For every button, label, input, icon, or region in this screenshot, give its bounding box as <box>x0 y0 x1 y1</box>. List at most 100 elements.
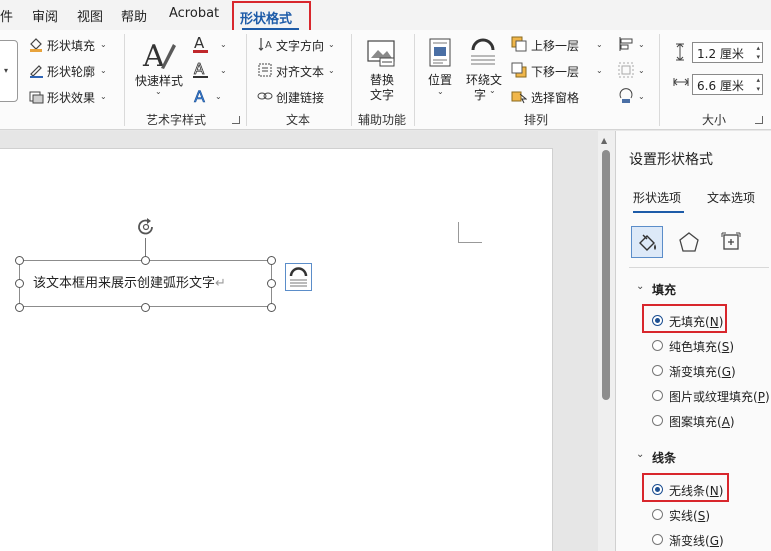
active-subtab-underline <box>633 211 684 213</box>
resize-handle[interactable] <box>15 279 24 288</box>
solid-line-text: 实线 <box>669 509 694 523</box>
paragraph-mark: ↵ <box>215 276 226 291</box>
shape-height-input[interactable]: 1.2 厘米 ▴ ▾ <box>692 42 763 63</box>
gradient-line-radio[interactable] <box>652 534 663 545</box>
fill-collapse-chevron-icon[interactable]: ⌄ <box>636 281 644 292</box>
resize-handle[interactable] <box>141 303 150 312</box>
align-objects-icon[interactable] <box>618 36 634 52</box>
pane-title: 设置形状格式 <box>629 152 713 168</box>
layout-size-icon[interactable] <box>720 231 742 253</box>
gallery-dropdown-icon[interactable]: ▾ <box>4 66 8 75</box>
fill-bucket-icon <box>639 234 656 251</box>
shape-style-gallery[interactable] <box>0 40 18 102</box>
shape-effects-dropdown-icon[interactable]: ⌄ <box>100 92 107 101</box>
pentagon-icon[interactable] <box>678 231 700 253</box>
bring-forward-dropdown-icon[interactable]: ⌄ <box>596 40 603 49</box>
gradient-line-label[interactable]: 渐变线(G) <box>669 532 724 549</box>
wrap-text-button-line2[interactable]: 字 <box>474 86 486 103</box>
wordart-dialog-launcher-icon[interactable] <box>232 116 240 124</box>
pattern-fill-label[interactable]: 图案填充(A) <box>669 413 735 430</box>
shape-fill-button[interactable]: 形状填充 <box>47 37 95 54</box>
position-dropdown-icon[interactable]: ⌄ <box>437 87 444 96</box>
solid-fill-radio[interactable] <box>652 340 663 351</box>
resize-handle[interactable] <box>15 256 24 265</box>
resize-handle[interactable] <box>15 303 24 312</box>
solid-fill-label[interactable]: 纯色填充(S) <box>669 338 734 355</box>
shape-width-value: 6.6 厘米 <box>697 79 744 93</box>
no-line-label[interactable]: 无线条(N) <box>669 482 723 499</box>
pattern-fill-key: A <box>721 415 730 429</box>
text-effects-dropdown-icon[interactable]: ⌄ <box>215 92 222 101</box>
picture-fill-radio[interactable] <box>652 390 663 401</box>
shape-width-input[interactable]: 6.6 厘米 ▴ ▾ <box>692 74 763 95</box>
gradient-fill-label[interactable]: 渐变填充(G) <box>669 363 736 380</box>
shape-outline-button[interactable]: 形状轮廓 <box>47 63 95 80</box>
selection-pane-button[interactable]: 选择窗格 <box>531 89 579 106</box>
align-text-dropdown-icon[interactable]: ⌄ <box>328 66 335 75</box>
ribbon-separator <box>659 34 660 126</box>
no-fill-label[interactable]: 无填充(N) <box>669 313 723 330</box>
tab-shape-options[interactable]: 形状选项 <box>633 189 681 206</box>
tab-text-options[interactable]: 文本选项 <box>707 189 755 206</box>
tab-review[interactable]: 审阅 <box>32 6 58 25</box>
alt-text-button-line2[interactable]: 文字 <box>370 86 394 103</box>
svg-text:A: A <box>194 60 205 78</box>
no-line-radio[interactable] <box>652 484 663 495</box>
shape-effects-button[interactable]: 形状效果 <box>47 89 95 106</box>
size-dialog-launcher-icon[interactable] <box>755 116 763 124</box>
shape-fill-dropdown-icon[interactable]: ⌄ <box>100 40 107 49</box>
shape-fill-icon <box>30 38 42 52</box>
picture-fill-label[interactable]: 图片或纹理填充(P) <box>669 388 770 405</box>
scrollbar-thumb[interactable] <box>602 150 610 400</box>
group-dropdown-icon[interactable]: ⌄ <box>638 66 645 75</box>
tab-help[interactable]: 帮助 <box>121 6 147 25</box>
align-dropdown-icon[interactable]: ⌄ <box>638 40 645 49</box>
resize-handle[interactable] <box>141 256 150 265</box>
send-backward-dropdown-icon[interactable]: ⌄ <box>596 66 603 75</box>
text-outline-dropdown-icon[interactable]: ⌄ <box>220 66 227 75</box>
group-objects-icon[interactable] <box>618 62 634 78</box>
text-outline-icon[interactable]: A <box>192 60 210 80</box>
picture-fill-text: 图片或纹理填充 <box>669 390 754 404</box>
shape-outline-dropdown-icon[interactable]: ⌄ <box>100 66 107 75</box>
text-fill-icon[interactable]: A <box>192 34 210 54</box>
resize-handle[interactable] <box>267 303 276 312</box>
gradient-fill-radio[interactable] <box>652 365 663 376</box>
text-direction-button[interactable]: 文字方向 <box>276 37 324 54</box>
solid-line-label[interactable]: 实线(S) <box>669 507 710 524</box>
bring-forward-button[interactable]: 上移一层 <box>531 37 579 54</box>
resize-handle[interactable] <box>267 256 276 265</box>
document-page[interactable] <box>0 148 553 551</box>
rotate-handle-icon[interactable] <box>135 216 157 238</box>
pattern-fill-radio[interactable] <box>652 415 663 426</box>
fill-line-tab[interactable] <box>631 226 663 258</box>
line-collapse-chevron-icon[interactable]: ⌄ <box>636 449 644 460</box>
position-button[interactable]: 位置 <box>428 71 452 88</box>
tab-file-partial[interactable]: 件 <box>0 6 13 25</box>
quick-styles-dropdown-icon[interactable]: ⌄ <box>155 87 162 96</box>
resize-handle[interactable] <box>267 279 276 288</box>
fill-section-header[interactable]: 填充 <box>652 281 676 298</box>
text-box-content[interactable]: 该文本框用来展示创建弧形文字↵ <box>33 272 226 291</box>
tab-acrobat[interactable]: Acrobat <box>169 6 219 21</box>
scroll-up-arrow-icon[interactable]: ▲ <box>601 136 607 145</box>
width-spinner-icon[interactable]: ▴ ▾ <box>756 76 760 94</box>
text-direction-dropdown-icon[interactable]: ⌄ <box>328 40 335 49</box>
solid-line-radio[interactable] <box>652 509 663 520</box>
line-section-header[interactable]: 线条 <box>652 449 676 466</box>
tab-view[interactable]: 视图 <box>77 6 103 25</box>
rotate-objects-icon[interactable] <box>618 88 634 104</box>
wrap-text-dropdown-icon[interactable]: ⌄ <box>489 86 496 95</box>
rotate-dropdown-icon[interactable]: ⌄ <box>638 92 645 101</box>
create-link-button[interactable]: 创建链接 <box>276 89 324 106</box>
text-fill-dropdown-icon[interactable]: ⌄ <box>220 40 227 49</box>
height-spinner-icon[interactable]: ▴ ▾ <box>756 44 760 62</box>
align-text-button[interactable]: 对齐文本 <box>276 63 324 80</box>
shape-width-icon <box>673 78 689 86</box>
no-fill-radio[interactable] <box>652 315 663 326</box>
send-backward-button[interactable]: 下移一层 <box>531 63 579 80</box>
accessibility-group-label: 辅助功能 <box>358 113 407 127</box>
layout-options-button[interactable] <box>285 263 312 291</box>
tab-shape-format[interactable]: 形状格式 <box>232 1 311 32</box>
text-effects-icon[interactable]: A <box>192 86 210 106</box>
